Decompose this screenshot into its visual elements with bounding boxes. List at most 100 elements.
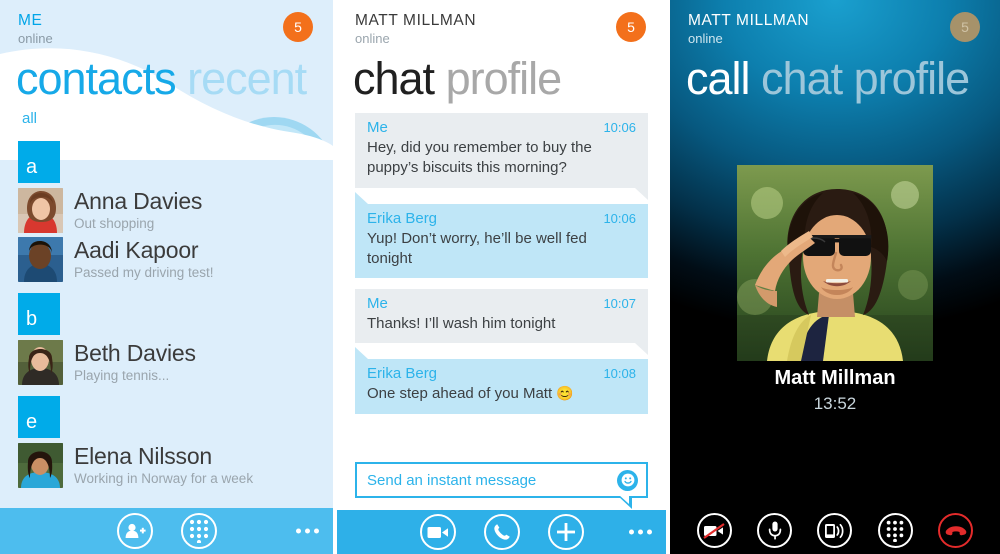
message-input[interactable]: Send an instant message [355, 462, 648, 509]
plus-icon [556, 523, 575, 541]
dot [314, 528, 319, 534]
avatar [18, 340, 63, 385]
group-letter-tile[interactable]: a [18, 141, 60, 183]
contact-name: Elena Nilsson [74, 443, 213, 469]
contact-text: Aadi Kapoor Passed my driving test! [74, 237, 214, 280]
dialpad-icon [189, 519, 208, 543]
dot [629, 529, 634, 535]
dialpad-button[interactable] [180, 513, 217, 549]
more-button[interactable] [629, 529, 652, 535]
caller-photo [737, 165, 933, 361]
speaker-button[interactable] [817, 513, 853, 548]
pivot-item-chat[interactable]: chat [353, 53, 435, 104]
group-letter-tile[interactable]: b [18, 293, 60, 335]
contact-name: Beth Davies [74, 340, 196, 366]
message-list[interactable]: Me 10:06 Hey, did you remember to buy th… [337, 113, 666, 425]
message-meta: Erika Berg 10:08 [367, 365, 636, 382]
group-letter-tile[interactable]: e [18, 396, 60, 438]
call-pivot: call chat profile [686, 53, 970, 104]
dot [638, 529, 643, 535]
pivot-item-call[interactable]: call [686, 53, 751, 104]
chat-appbar [337, 510, 666, 554]
input-tail-inner [619, 495, 629, 504]
add-contact-icon [125, 523, 146, 538]
add-button[interactable] [547, 514, 584, 550]
dot [305, 528, 310, 534]
contacts-header: ME online 5 [0, 0, 333, 52]
contact-mood: Playing tennis... [74, 368, 170, 384]
avatar [18, 188, 63, 233]
contacts-filter-label[interactable]: all [22, 110, 37, 127]
bubble-tail [355, 347, 368, 360]
call-duration: 13:52 [813, 394, 857, 413]
smiley-emoji-icon: 😊 [556, 385, 574, 402]
message-meta: Me 10:06 [367, 119, 636, 136]
notification-badge[interactable]: 5 [283, 12, 313, 42]
avatar [18, 237, 63, 282]
list-item[interactable]: Anna Davies Out shopping [0, 186, 333, 235]
contact-mood: Working in Norway for a week [74, 471, 254, 487]
contact-text: Beth Davies Playing tennis... [74, 340, 196, 383]
message-text-row: One step ahead of you Matt 😊 [367, 384, 636, 404]
pivot-item-chat-profile[interactable]: chat profile [761, 53, 970, 104]
dot [296, 528, 301, 534]
mute-button[interactable] [757, 513, 793, 548]
message-bubble[interactable]: Erika Berg 10:06 Yup! Don’t worry, he’ll… [355, 191, 648, 278]
dialpad-button[interactable] [877, 513, 913, 548]
microphone-icon [768, 521, 781, 540]
caller-name: Matt Millman [774, 367, 896, 389]
message-input-placeholder: Send an instant message [367, 471, 537, 489]
message-text: One step ahead of you Matt [367, 385, 553, 403]
voice-call-button[interactable] [483, 514, 520, 550]
chat-header: MATT MILLMAN online 5 [337, 0, 666, 52]
notification-badge[interactable]: 5 [616, 12, 646, 42]
message-sender: Erika Berg [367, 209, 438, 227]
message-time: 10:07 [603, 296, 636, 311]
bubble-tail [635, 343, 648, 356]
contacts-panel: ME online 5 contacts recent all a Anna D… [0, 0, 333, 554]
dot [647, 529, 652, 535]
video-off-button[interactable] [696, 513, 732, 548]
notification-badge[interactable]: 5 [950, 12, 980, 42]
list-item[interactable]: Aadi Kapoor Passed my driving test! [0, 235, 333, 284]
contact-text: Elena Nilsson Working in Norway for a we… [74, 443, 253, 486]
contact-mood: Out shopping [74, 216, 155, 232]
pivot-item-contacts[interactable]: contacts [16, 53, 177, 104]
message-bubble[interactable]: Me 10:06 Hey, did you remember to buy th… [355, 113, 648, 200]
emoticon-icon[interactable] [617, 469, 638, 491]
pivot-item-profile[interactable]: profile [446, 53, 563, 104]
contacts-pivot: contacts recent [16, 53, 307, 104]
call-header: MATT MILLMAN online 5 [670, 0, 1000, 52]
pivot-item-recent[interactable]: recent [187, 53, 307, 104]
contacts-list[interactable]: a Anna Davies Out shopping Aadi Kapoor P… [0, 132, 333, 490]
call-appbar [670, 507, 1000, 554]
video-off-icon [703, 522, 725, 539]
video-camera-icon [427, 526, 448, 538]
contact-name: Aadi Kapoor [74, 237, 199, 263]
add-contact-button[interactable] [116, 513, 153, 549]
contact-name: Anna Davies [74, 188, 203, 214]
end-call-icon [945, 525, 967, 535]
call-panel: MATT MILLMAN online 5 call chat profile [670, 0, 1000, 554]
caller-portrait-image [737, 165, 933, 361]
message-time: 10:08 [603, 366, 636, 382]
message-sender: Me [367, 295, 388, 312]
message-time: 10:06 [603, 210, 636, 226]
end-call-button[interactable] [938, 513, 974, 548]
bubble-tail [355, 191, 368, 204]
bubble-tail [635, 187, 648, 200]
list-item[interactable]: Beth Davies Playing tennis... [0, 338, 333, 387]
video-call-button[interactable] [419, 514, 456, 550]
chat-pivot: chat profile [353, 53, 563, 104]
phone-handset-icon [493, 524, 510, 540]
message-bubble[interactable]: Me 10:07 Thanks! I’ll wash him tonight [355, 289, 648, 356]
list-item[interactable]: Elena Nilsson Working in Norway for a we… [0, 441, 333, 490]
contact-text: Anna Davies Out shopping [74, 188, 202, 231]
message-bubble[interactable]: Erika Berg 10:08 One step ahead of you M… [355, 347, 648, 414]
more-button[interactable] [296, 528, 319, 534]
dialpad-icon [887, 520, 904, 542]
contacts-appbar [0, 508, 333, 554]
message-meta: Me 10:07 [367, 295, 636, 312]
contact-mood: Passed my driving test! [74, 265, 214, 281]
message-text: Hey, did you remember to buy the puppy’s… [367, 139, 592, 177]
